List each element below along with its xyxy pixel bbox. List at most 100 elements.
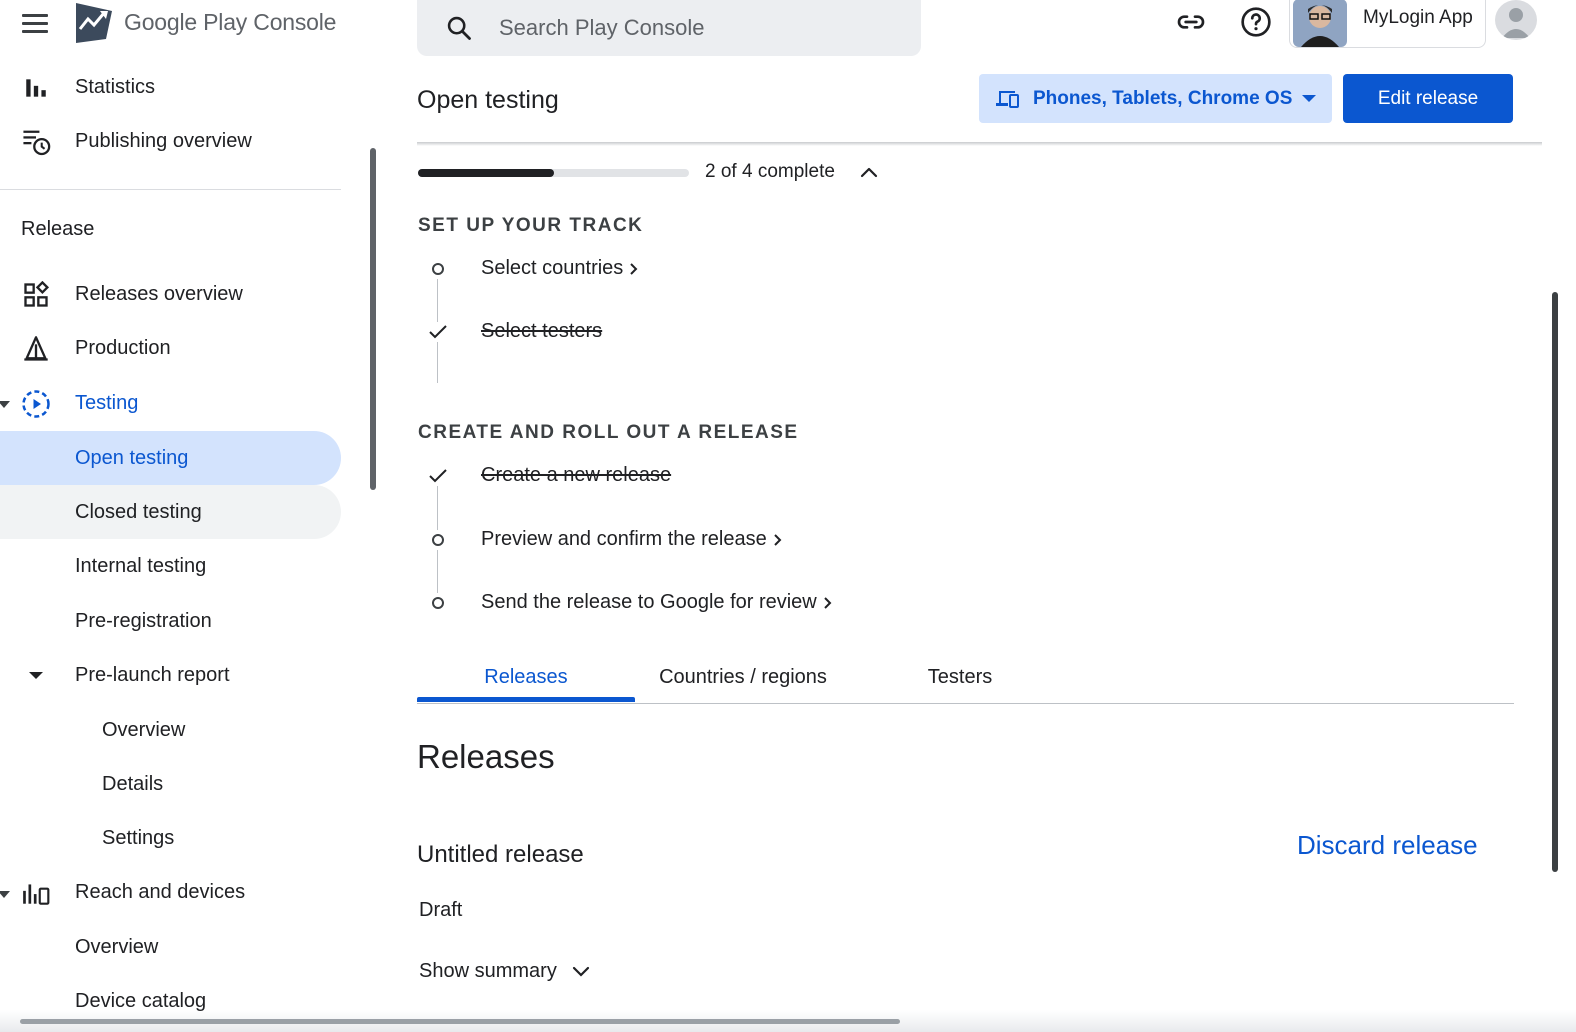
sidebar-item-label: Reach and devices — [75, 880, 246, 903]
menu-icon[interactable] — [22, 10, 52, 36]
sidebar-item-label: Open testing — [75, 446, 189, 469]
dropdown-arrow-icon — [1302, 95, 1317, 102]
chevron-up-icon[interactable] — [858, 162, 880, 184]
sidebar-item-reach-and-devices[interactable]: Reach and devices — [0, 865, 341, 919]
page-title: Open testing — [417, 86, 559, 114]
check-icon — [428, 466, 448, 486]
device-filter-button[interactable]: Phones, Tablets, Chrome OS — [979, 74, 1332, 123]
help-icon[interactable] — [1238, 4, 1274, 40]
step-create-new-release: Create a new release — [481, 464, 671, 487]
sidebar-item-label: Publishing overview — [75, 129, 252, 152]
active-tab-indicator — [417, 697, 635, 702]
setup-progress-fill — [418, 169, 554, 177]
app-logo[interactable]: Google Play Console — [74, 0, 336, 44]
step-label: Create a new release — [481, 464, 672, 486]
sidebar-item-production[interactable]: Production — [0, 321, 341, 375]
main-scrollbar[interactable] — [1552, 292, 1558, 872]
step-pending-icon — [428, 593, 448, 613]
devices-icon — [996, 90, 1019, 108]
testing-play-icon — [20, 388, 52, 420]
release-status: Draft — [419, 899, 463, 921]
sidebar-item-internal-testing[interactable]: Internal testing — [0, 539, 341, 593]
chevron-right-icon — [824, 596, 832, 609]
production-icon — [20, 333, 52, 365]
create-release-heading: CREATE AND ROLL OUT A RELEASE — [418, 422, 799, 443]
step-label: Send the release to Google for review — [481, 591, 817, 613]
step-send-for-review[interactable]: Send the release to Google for review — [481, 591, 833, 614]
sidebar-item-label: Statistics — [75, 75, 156, 98]
edit-release-button[interactable]: Edit release — [1343, 74, 1513, 123]
device-filter-label: Phones, Tablets, Chrome OS — [1033, 87, 1293, 109]
sidebar-item-label: Production — [75, 336, 171, 359]
chevron-down-icon[interactable] — [20, 660, 52, 692]
sidebar-item-open-testing[interactable]: Open testing — [0, 431, 341, 485]
app-name: MyLogin App — [1363, 7, 1473, 28]
sidebar-item-pre-launch-overview[interactable]: Overview — [0, 703, 341, 757]
step-select-testers: Select testers — [481, 320, 602, 343]
tab-testers[interactable]: Testers — [879, 650, 1041, 704]
link-icon[interactable] — [1173, 4, 1209, 40]
release-name: Untitled release — [417, 841, 584, 868]
bar-chart-icon — [20, 72, 52, 104]
horizontal-scrollbar[interactable] — [20, 1019, 900, 1024]
sidebar-item-publishing-overview[interactable]: Publishing overview — [0, 114, 341, 168]
app-icon — [1293, 0, 1347, 47]
reach-chart-icon — [20, 877, 52, 909]
check-icon — [428, 322, 448, 342]
tab-releases[interactable]: Releases — [417, 650, 635, 704]
step-label: Preview and confirm the release — [481, 528, 767, 550]
sidebar-item-label: Details — [102, 772, 164, 795]
sidebar-item-label: Releases overview — [75, 282, 243, 305]
sidebar-item-label: Settings — [102, 826, 175, 849]
step-pending-icon — [428, 259, 448, 279]
progress-text: 2 of 4 complete — [705, 161, 835, 182]
chevron-right-icon — [773, 533, 782, 546]
sidebar-item-label: Pre-launch report — [75, 663, 230, 686]
sidebar: Statistics Publishing overview Release R… — [0, 60, 345, 1032]
releases-heading: Releases — [417, 738, 555, 775]
publishing-history-icon — [20, 126, 52, 158]
show-summary-label: Show summary — [419, 960, 557, 982]
release-tabs: Releases Countries / regions Testers — [417, 650, 1514, 704]
sidebar-section-release: Release — [21, 218, 95, 240]
step-label: Select countries — [481, 257, 624, 279]
sidebar-item-pre-launch-details[interactable]: Details — [0, 757, 341, 811]
sidebar-scrollbar[interactable] — [370, 148, 376, 490]
step-preview-confirm[interactable]: Preview and confirm the release — [481, 528, 783, 551]
app-title: Google Play Console — [124, 8, 337, 35]
sidebar-item-label: Overview — [75, 935, 159, 958]
account-avatar-icon[interactable] — [1495, 0, 1537, 40]
dashboard-grid-icon — [20, 279, 52, 311]
show-summary-toggle[interactable]: Show summary — [419, 960, 591, 983]
sidebar-item-label: Internal testing — [75, 554, 207, 577]
top-bar: Google Play Console Search Play Console … — [0, 0, 1576, 60]
sidebar-item-pre-launch-report[interactable]: Pre-launch report — [0, 648, 341, 702]
app-switcher[interactable]: MyLogin App — [1289, 0, 1486, 48]
sidebar-item-pre-launch-settings[interactable]: Settings — [0, 811, 341, 865]
step-select-countries[interactable]: Select countries — [481, 257, 639, 280]
sidebar-item-label: Closed testing — [75, 500, 202, 523]
search-bar[interactable] — [417, 0, 921, 56]
header-divider — [417, 142, 1542, 146]
sidebar-item-label: Testing — [75, 391, 139, 414]
tab-countries-regions[interactable]: Countries / regions — [635, 650, 851, 704]
step-pending-icon — [428, 530, 448, 550]
setup-progress-bar — [418, 169, 689, 177]
sidebar-item-statistics[interactable]: Statistics — [0, 60, 341, 114]
chevron-down-icon — [572, 966, 589, 977]
sidebar-item-label: Pre-registration — [75, 609, 212, 632]
search-icon — [447, 16, 471, 40]
step-label: Select testers — [481, 320, 603, 342]
sidebar-item-testing[interactable]: Testing — [0, 376, 341, 430]
sidebar-item-reach-overview[interactable]: Overview — [0, 920, 341, 974]
sidebar-item-closed-testing[interactable]: Closed testing — [0, 485, 341, 539]
play-console-logo — [76, 3, 112, 43]
sidebar-divider — [0, 189, 341, 190]
setup-track-heading: SET UP YOUR TRACK — [418, 215, 644, 236]
discard-release-link[interactable]: Discard release — [1297, 830, 1478, 861]
search-input[interactable] — [499, 15, 899, 41]
sidebar-item-pre-registration[interactable]: Pre-registration — [0, 594, 341, 648]
chevron-right-icon — [630, 262, 638, 275]
sidebar-item-releases-overview[interactable]: Releases overview — [0, 267, 341, 321]
sidebar-item-label: Overview — [102, 718, 186, 741]
